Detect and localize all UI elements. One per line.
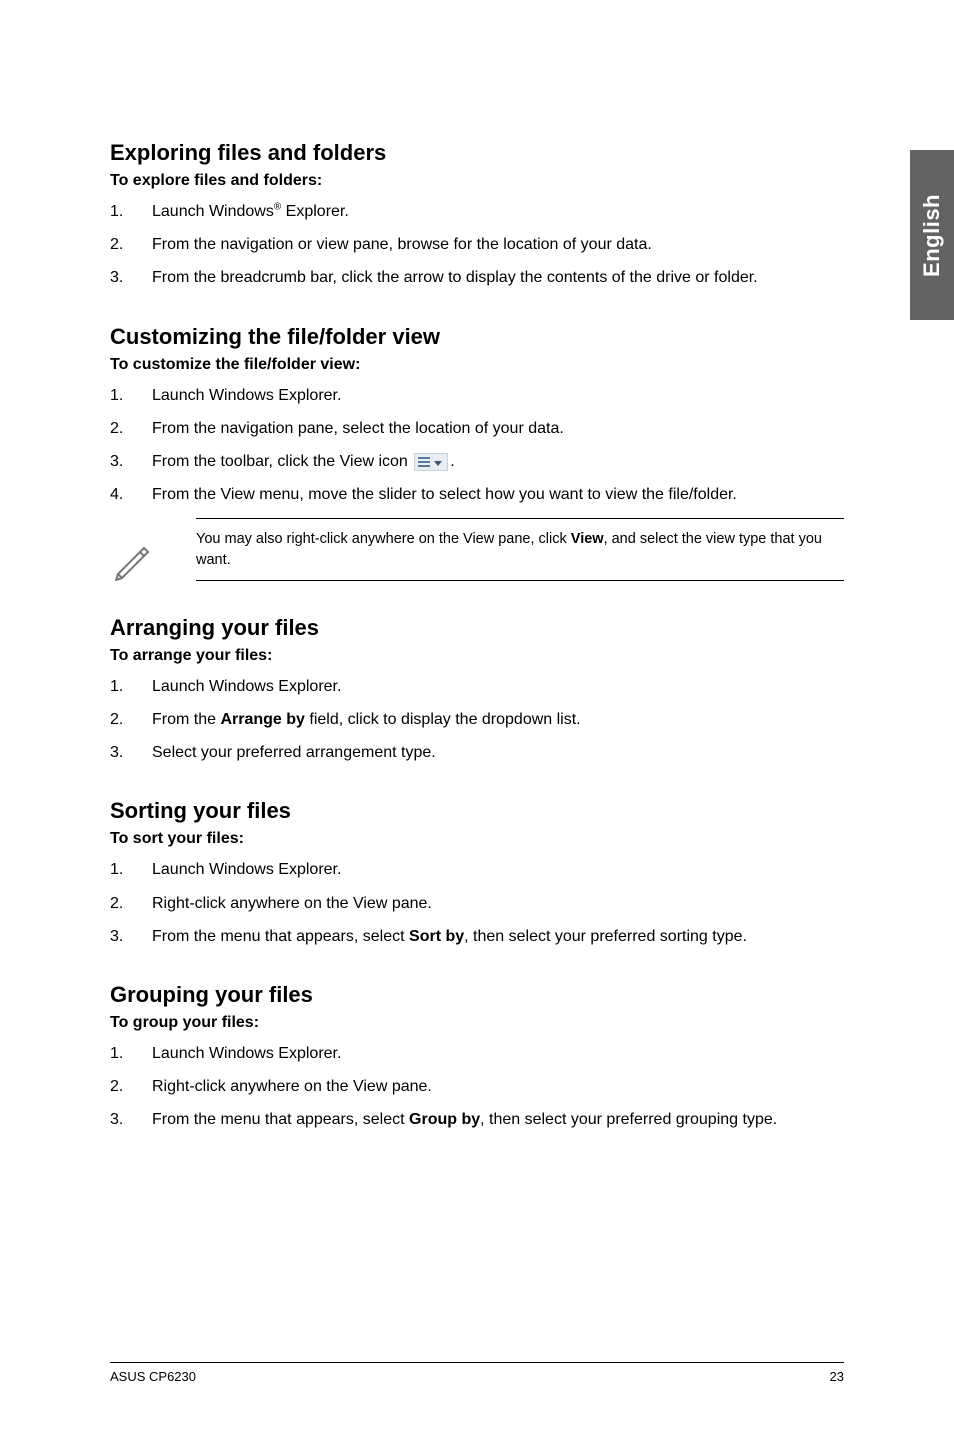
item-text: Launch Windows Explorer. — [152, 1042, 844, 1065]
item-number: 1. — [110, 858, 152, 881]
language-tab-label: English — [919, 194, 945, 277]
list-item: 1. Launch Windows® Explorer. — [110, 200, 844, 223]
page-number: 23 — [830, 1369, 844, 1384]
list-item: 1. Launch Windows Explorer. — [110, 675, 844, 698]
heading-customizing: Customizing the file/folder view — [110, 324, 844, 350]
list-item: 2. From the navigation or view pane, bro… — [110, 233, 844, 256]
subheading-exploring: To explore files and folders: — [110, 172, 844, 190]
subheading-customizing: To customize the file/folder view: — [110, 356, 844, 374]
item-text: Right-click anywhere on the View pane. — [152, 1075, 844, 1098]
item-number: 3. — [110, 1108, 152, 1131]
item-number: 3. — [110, 266, 152, 289]
item-number: 3. — [110, 925, 152, 948]
list-arranging: 1. Launch Windows Explorer. 2. From the … — [110, 675, 844, 765]
item-text: Select your preferred arrangement type. — [152, 741, 844, 764]
section-sorting: Sorting your files To sort your files: 1… — [110, 798, 844, 948]
subheading-grouping: To group your files: — [110, 1014, 844, 1032]
section-arranging: Arranging your files To arrange your fil… — [110, 615, 844, 765]
list-grouping: 1. Launch Windows Explorer. 2. Right-cli… — [110, 1042, 844, 1132]
item-text: From the breadcrumb bar, click the arrow… — [152, 266, 844, 289]
list-item: 2. From the Arrange by field, click to d… — [110, 708, 844, 731]
list-item: 3. From the toolbar, click the View icon… — [110, 450, 844, 473]
list-item: 3. From the breadcrumb bar, click the ar… — [110, 266, 844, 289]
heading-sorting: Sorting your files — [110, 798, 844, 824]
subheading-arranging: To arrange your files: — [110, 647, 844, 665]
item-number: 1. — [110, 1042, 152, 1065]
item-text: Launch Windows Explorer. — [152, 675, 844, 698]
item-text: Launch Windows Explorer. — [152, 384, 844, 407]
item-text: From the Arrange by field, click to disp… — [152, 708, 844, 731]
item-number: 2. — [110, 417, 152, 440]
item-number: 1. — [110, 675, 152, 698]
item-text: From the menu that appears, select Group… — [152, 1108, 844, 1131]
item-number: 3. — [110, 741, 152, 764]
list-item: 4. From the View menu, move the slider t… — [110, 483, 844, 506]
item-number: 2. — [110, 233, 152, 256]
list-exploring: 1. Launch Windows® Explorer. 2. From the… — [110, 200, 844, 290]
footer-model: ASUS CP6230 — [110, 1369, 196, 1384]
pencil-icon — [110, 536, 156, 587]
item-number: 4. — [110, 483, 152, 506]
view-icon — [414, 453, 448, 471]
item-number: 2. — [110, 708, 152, 731]
subheading-sorting: To sort your files: — [110, 830, 844, 848]
list-item: 1. Launch Windows Explorer. — [110, 1042, 844, 1065]
list-item: 2. From the navigation pane, select the … — [110, 417, 844, 440]
list-item: 3. From the menu that appears, select So… — [110, 925, 844, 948]
list-sorting: 1. Launch Windows Explorer. 2. Right-cli… — [110, 858, 844, 948]
note-block: You may also right-click anywhere on the… — [110, 518, 844, 581]
language-tab: English — [910, 150, 954, 320]
footer: ASUS CP6230 23 — [110, 1362, 844, 1384]
heading-arranging: Arranging your files — [110, 615, 844, 641]
item-number: 3. — [110, 450, 152, 473]
section-exploring: Exploring files and folders To explore f… — [110, 140, 844, 290]
item-text: From the navigation or view pane, browse… — [152, 233, 844, 256]
item-number: 2. — [110, 892, 152, 915]
divider — [196, 580, 844, 581]
item-text: Right-click anywhere on the View pane. — [152, 892, 844, 915]
list-item: 1. Launch Windows Explorer. — [110, 858, 844, 881]
item-text: From the View menu, move the slider to s… — [152, 483, 844, 506]
list-item: 2. Right-click anywhere on the View pane… — [110, 892, 844, 915]
list-item: 3. From the menu that appears, select Gr… — [110, 1108, 844, 1131]
item-number: 2. — [110, 1075, 152, 1098]
list-customizing: 1. Launch Windows Explorer. 2. From the … — [110, 384, 844, 507]
list-item: 2. Right-click anywhere on the View pane… — [110, 1075, 844, 1098]
divider — [196, 518, 844, 519]
page: English Exploring files and folders To e… — [0, 0, 954, 1438]
item-text: Launch Windows® Explorer. — [152, 200, 844, 223]
note-text: You may also right-click anywhere on the… — [196, 529, 844, 570]
item-text: From the menu that appears, select Sort … — [152, 925, 844, 948]
item-number: 1. — [110, 384, 152, 407]
item-text: From the navigation pane, select the loc… — [152, 417, 844, 440]
list-item: 3. Select your preferred arrangement typ… — [110, 741, 844, 764]
item-text: Launch Windows Explorer. — [152, 858, 844, 881]
list-item: 1. Launch Windows Explorer. — [110, 384, 844, 407]
item-number: 1. — [110, 200, 152, 223]
heading-exploring: Exploring files and folders — [110, 140, 844, 166]
heading-grouping: Grouping your files — [110, 982, 844, 1008]
section-customizing: Customizing the file/folder view To cust… — [110, 324, 844, 581]
item-text: From the toolbar, click the View icon . — [152, 450, 844, 473]
section-grouping: Grouping your files To group your files:… — [110, 982, 844, 1132]
